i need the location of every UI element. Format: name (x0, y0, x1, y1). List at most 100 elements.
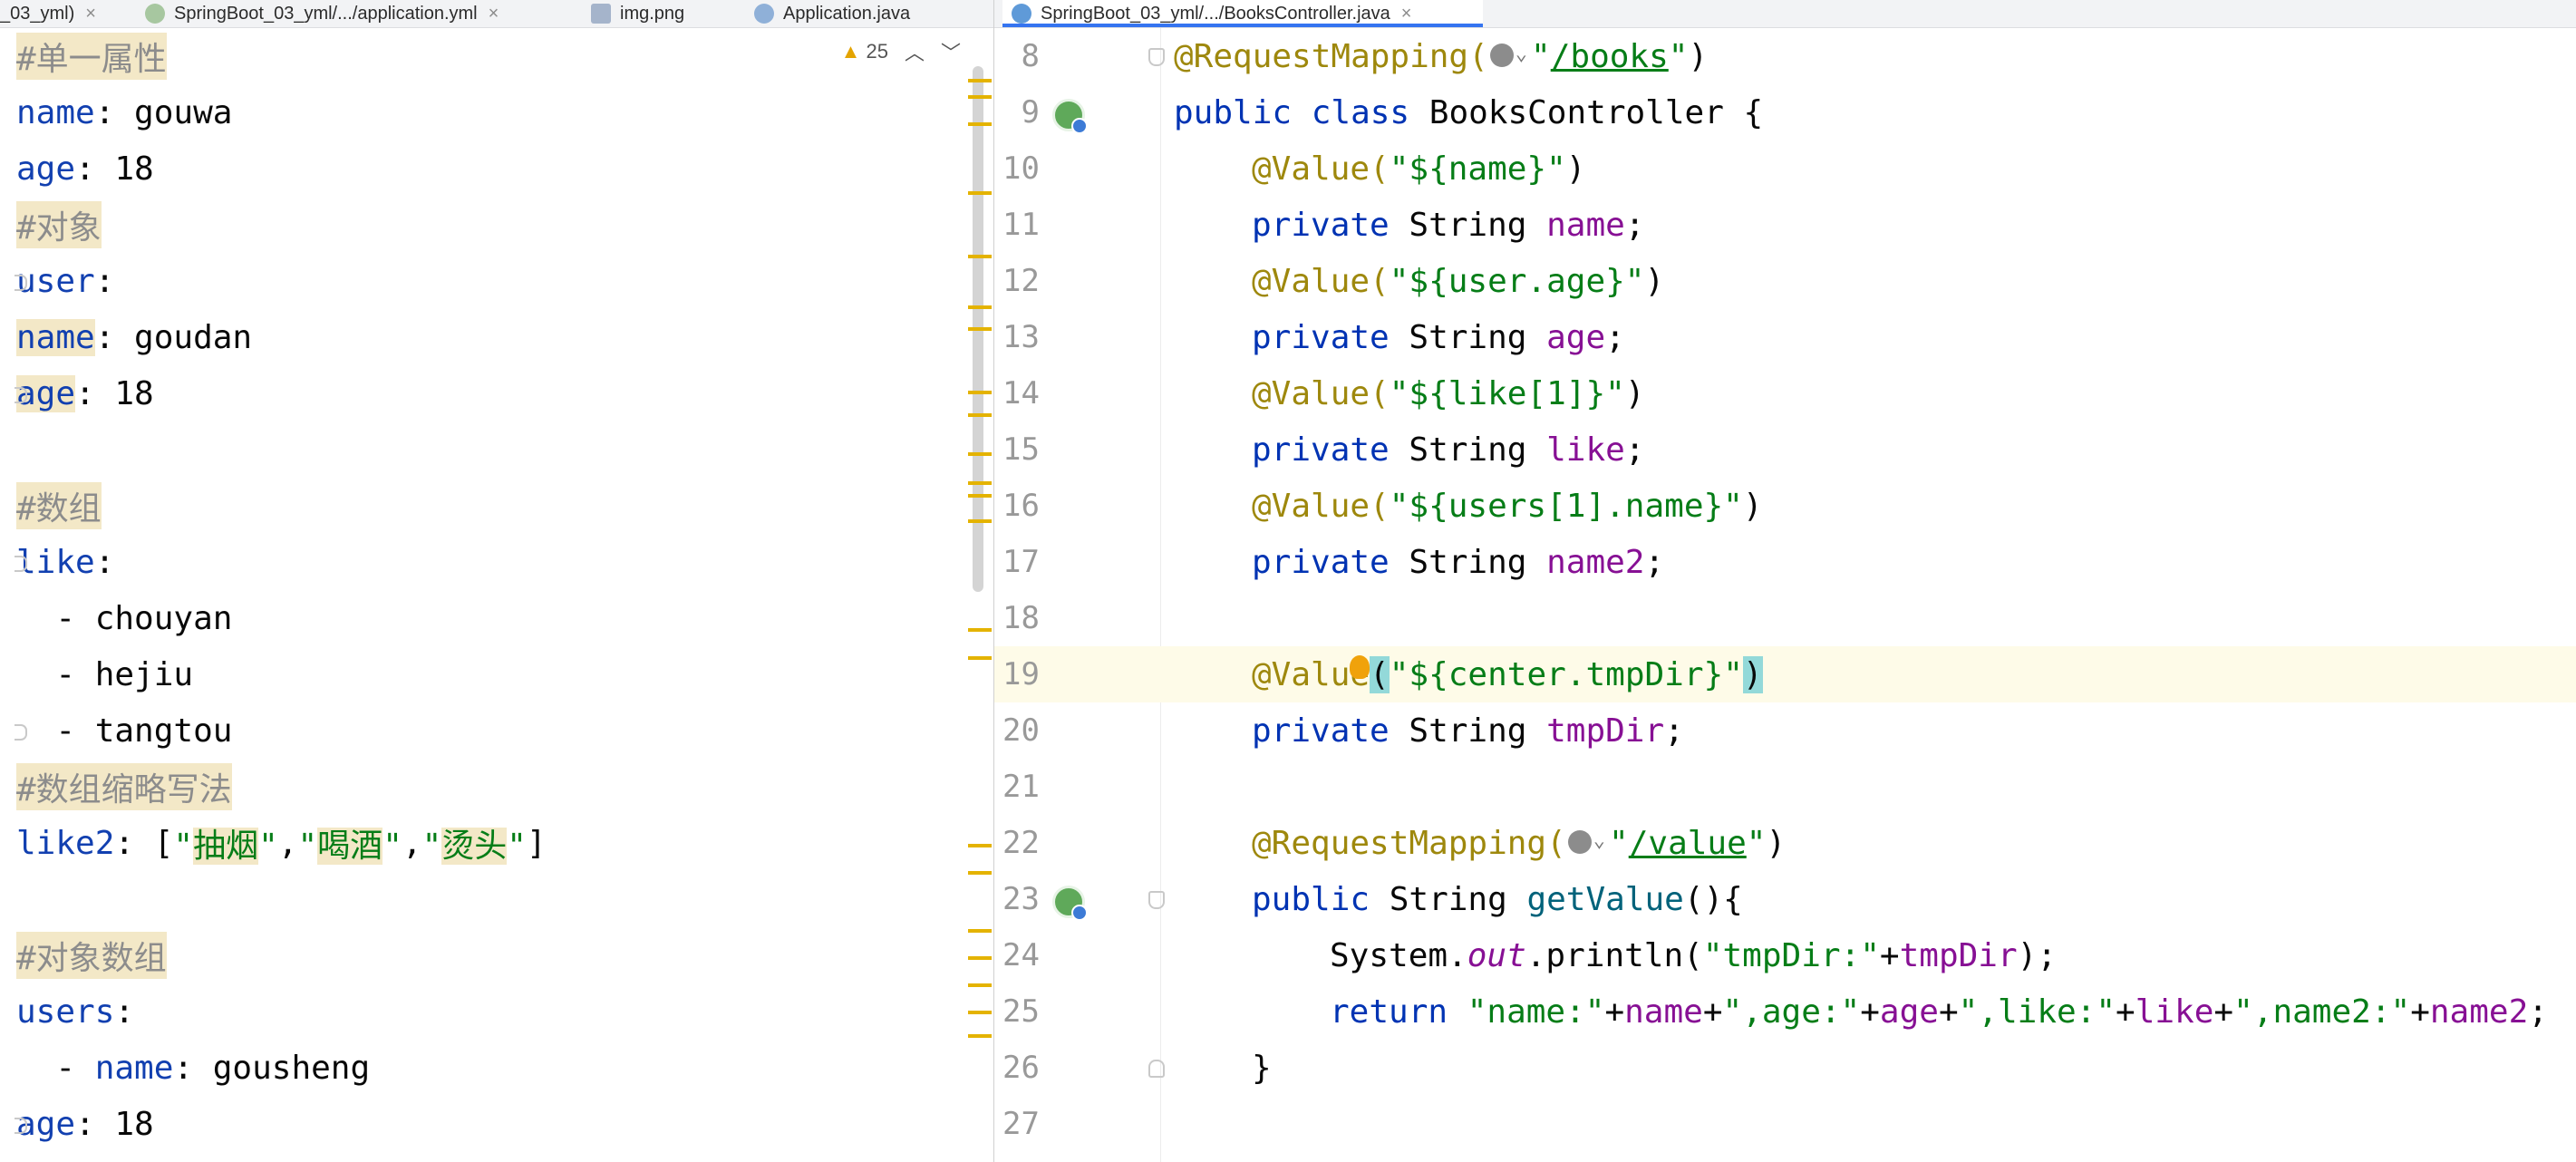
line-number: 11 (1002, 207, 1040, 243)
tab-label: SpringBoot_03_yml/.../application.yml (174, 3, 478, 24)
code-line: 21 (994, 759, 2576, 815)
code-line: 10 @Value("${name}") (994, 140, 2576, 197)
fold-marker[interactable] (1148, 48, 1165, 66)
chevron-up-icon[interactable]: ︿ (905, 37, 925, 66)
globe-icon[interactable] (1489, 43, 1514, 67)
globe-icon[interactable] (1567, 829, 1592, 854)
java-editor[interactable]: 8 @RequestMapping(⌄ "/books") 9 public cl… (994, 28, 2576, 1162)
fold-marker[interactable] (1148, 891, 1165, 909)
error-stripe[interactable] (968, 28, 993, 1162)
yaml-line: age: 18 (15, 374, 154, 412)
yaml-line: user: (15, 262, 115, 300)
yaml-line: - name: gousheng (16, 1049, 371, 1087)
yaml-line: #对象数组 (16, 929, 167, 982)
code-line: 14 @Value("${like[1]}") (994, 365, 2576, 421)
yaml-editor[interactable]: ▲ 25 ︿ ﹀ #单一属性 name: gouwa age: 18 #对象 u… (0, 28, 993, 1162)
yaml-line: name: goudan (16, 318, 253, 356)
line-number: 19 (1002, 656, 1040, 692)
line-number: 25 (1002, 993, 1040, 1030)
line-number: 16 (1002, 488, 1040, 524)
code-line: 24 System.out.println("tmpDir:"+tmpDir); (994, 927, 2576, 983)
url-link[interactable]: /value (1629, 825, 1747, 862)
image-file-icon (591, 4, 611, 24)
line-number: 24 (1002, 937, 1040, 973)
tab-application-java[interactable]: Application.java (754, 0, 955, 27)
yaml-line: #单一属性 (16, 30, 167, 82)
code-line: 23 public String getValue(){ (994, 871, 2576, 927)
code-line-current: 19 @Value("${center.tmpDir}") (994, 646, 2576, 702)
line-number: 26 (1002, 1050, 1040, 1086)
bulb-icon[interactable] (1350, 654, 1370, 679)
code-line: 18 (994, 590, 2576, 646)
yaml-line: #数组缩略写法 (16, 760, 232, 813)
tab-label: _03_yml) (0, 3, 75, 24)
warning-icon: ▲ (840, 40, 861, 63)
url-link[interactable]: /books (1551, 38, 1669, 75)
fold-marker[interactable] (1148, 1060, 1165, 1078)
fold-marker[interactable] (15, 275, 27, 291)
line-number: 9 (1021, 94, 1040, 131)
line-number: 15 (1002, 431, 1040, 468)
yaml-line: age: 18 (15, 1105, 154, 1143)
line-number: 23 (1002, 881, 1040, 917)
code-line: 16 @Value("${users[1].name}") (994, 478, 2576, 534)
tab-bookscontroller-java[interactable]: SpringBoot_03_yml/.../BooksController.ja… (1002, 0, 1483, 27)
yaml-line: #对象 (16, 199, 102, 251)
java-class-icon (754, 4, 774, 24)
chevron-down-icon[interactable]: ⌄ (1593, 829, 1605, 852)
line-number: 10 (1002, 150, 1040, 187)
tab-label: Application.java (783, 3, 911, 24)
editor-tab-bar: _03_yml) × SpringBoot_03_yml/.../applica… (0, 0, 2576, 28)
chevron-down-icon[interactable]: ﹀ (941, 37, 961, 66)
line-number: 22 (1002, 825, 1040, 861)
code-line: 17 private String name2; (994, 534, 2576, 590)
yaml-line: like: (15, 543, 115, 581)
tab-label: img.png (620, 3, 685, 24)
yaml-line: - chouyan (16, 599, 233, 637)
yaml-line: name: gouwa (16, 93, 233, 131)
code-line: 20 private String tmpDir; (994, 702, 2576, 759)
yaml-line: age: 18 (16, 150, 154, 188)
yaml-line: like2: ["抽烟", "喝酒", "烫头"] (16, 824, 547, 865)
code-line: 9 public class BooksController { (994, 84, 2576, 140)
chevron-down-icon[interactable]: ⌄ (1516, 43, 1527, 65)
spring-bean-gutter-icon[interactable] (1052, 886, 1088, 921)
yaml-line: #数组 (16, 479, 102, 532)
line-number: 14 (1002, 375, 1040, 412)
yaml-file-icon (145, 4, 165, 24)
code-line: 13 private String age; (994, 309, 2576, 365)
line-number: 27 (1002, 1106, 1040, 1142)
line-number: 20 (1002, 712, 1040, 749)
close-icon[interactable]: × (489, 4, 499, 24)
tab-application-yml[interactable]: SpringBoot_03_yml/.../application.yml × (145, 0, 571, 27)
close-icon[interactable]: × (85, 4, 96, 24)
line-number: 13 (1002, 319, 1040, 355)
code-line: 25 return "name:"+name+",age:"+age+",lik… (994, 983, 2576, 1040)
yaml-line: users: (16, 993, 135, 1031)
fold-marker[interactable] (15, 556, 27, 572)
tab-img-png[interactable]: img.png (591, 0, 745, 27)
code-line: 8 @RequestMapping(⌄ "/books") (994, 28, 2576, 84)
code-line: 11 private String name; (994, 197, 2576, 253)
line-number: 8 (1021, 38, 1040, 74)
warning-count: 25 (866, 40, 888, 63)
yaml-line: - hejiu (16, 655, 194, 693)
line-number: 17 (1002, 544, 1040, 580)
spring-bean-gutter-icon[interactable] (1052, 99, 1088, 134)
tab-app-config[interactable]: _03_yml) × (0, 0, 136, 27)
yaml-line: - tangtou (15, 712, 233, 750)
code-line: 27 (994, 1096, 2576, 1152)
code-line: 22 @RequestMapping(⌄ "/value") (994, 815, 2576, 871)
fold-marker[interactable] (15, 1118, 27, 1134)
fold-marker[interactable] (15, 724, 27, 741)
tab-label: SpringBoot_03_yml/.../BooksController.ja… (1041, 3, 1390, 24)
line-number: 12 (1002, 263, 1040, 299)
code-line: 26 } (994, 1040, 2576, 1096)
line-number: 18 (1002, 600, 1040, 636)
fold-marker[interactable] (15, 387, 27, 403)
inspection-widget[interactable]: ▲ 25 ︿ ﹀ (841, 37, 961, 66)
close-icon[interactable]: × (1401, 4, 1412, 24)
code-line: 12 @Value("${user.age}") (994, 253, 2576, 309)
java-class-icon (1012, 4, 1031, 24)
line-number: 21 (1002, 769, 1040, 805)
